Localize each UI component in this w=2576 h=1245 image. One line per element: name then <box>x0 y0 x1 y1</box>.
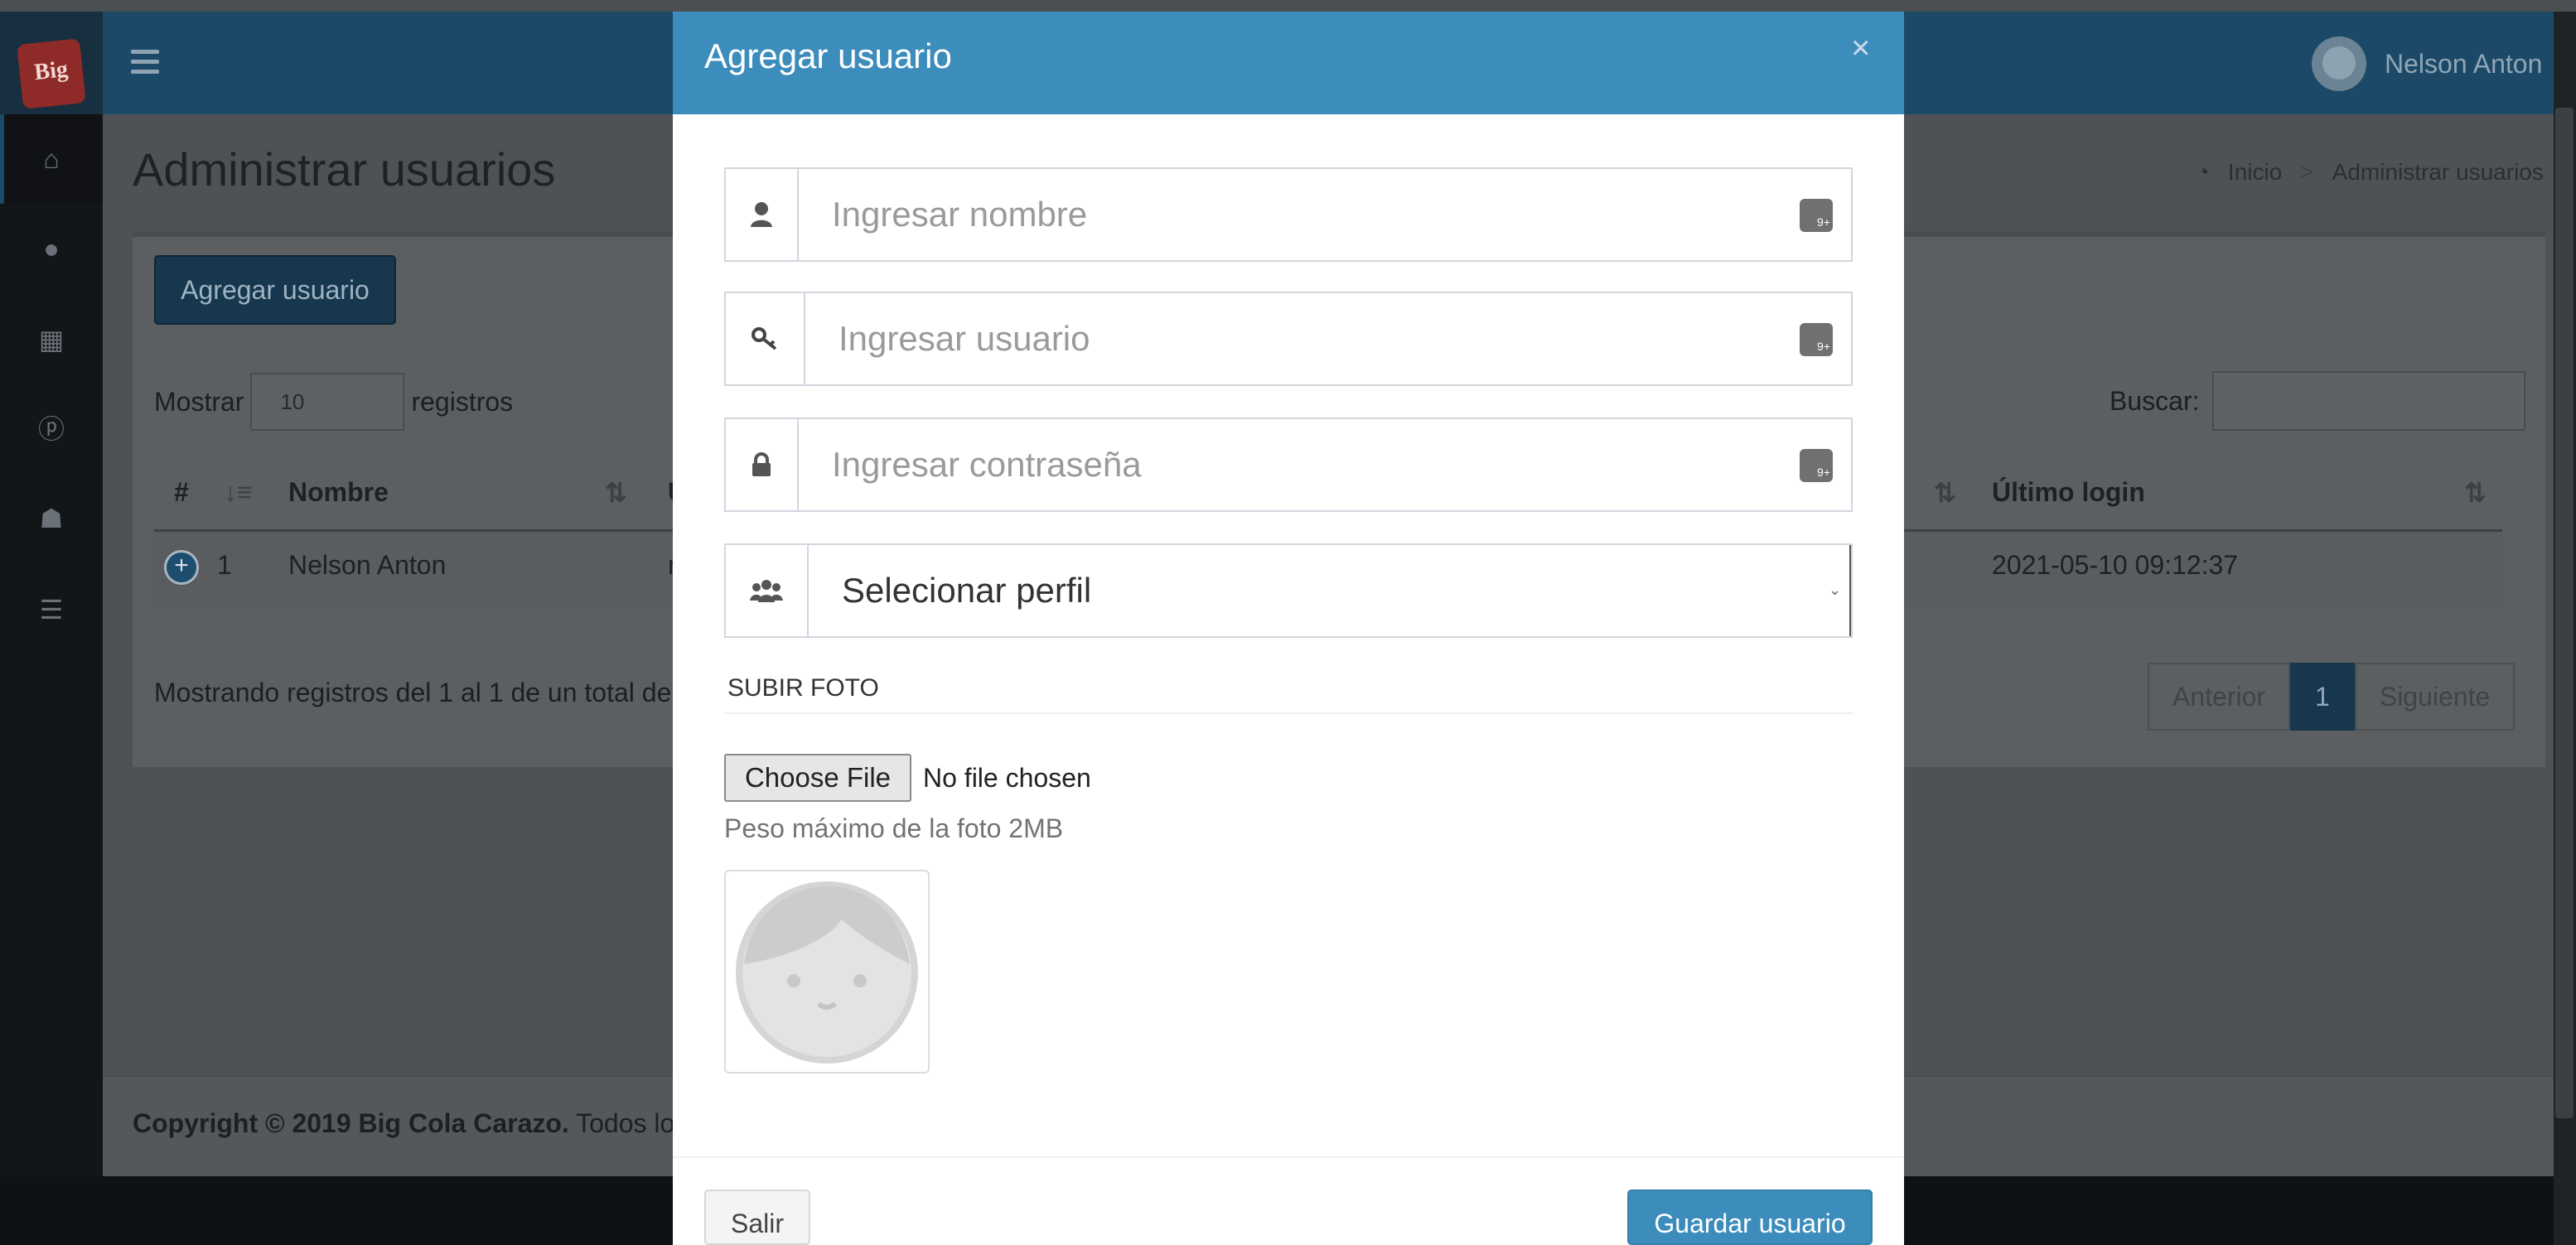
home-icon[interactable]: ⌂ <box>35 142 68 176</box>
breadcrumb-home[interactable]: Inicio <box>2228 159 2282 186</box>
breadcrumb-separator: > <box>2300 159 2314 185</box>
keyboard-icon[interactable]: 9+ <box>1800 323 1833 356</box>
modal-title: Agregar usuario <box>704 36 952 75</box>
key-icon <box>726 293 805 384</box>
name-input-group: Ingresar nombre 9+ <box>724 167 1853 262</box>
user-icon[interactable]: ● <box>35 232 68 265</box>
cell-index: 1 <box>217 550 232 580</box>
list-icon[interactable]: ☰ <box>35 593 68 626</box>
add-user-button[interactable]: Agregar usuario <box>154 255 396 325</box>
footer-text: Copyright © 2019 Big Cola Carazo. Todos … <box>133 1108 688 1139</box>
profile-selected: Selecionar perfil <box>842 571 1092 610</box>
copyright: Copyright © 2019 Big Cola Carazo. <box>133 1108 569 1138</box>
modal-header: Agregar usuario × <box>673 12 1904 114</box>
add-user-modal: Agregar usuario × Ingresar nombre 9+ Ing… <box>673 12 1904 1245</box>
username-placeholder: Ingresar usuario <box>839 319 1090 358</box>
profile-select-group: Selecionar perfil ⌄ <box>724 543 1853 638</box>
page-title: Administrar usuarios <box>133 143 556 195</box>
scrollbar-thumb[interactable] <box>2555 108 2574 1118</box>
cell-last-login: 2021-05-10 09:12:37 <box>1992 550 2239 580</box>
page-length-control: Mostrar 10 registros <box>154 373 513 431</box>
expand-row-icon[interactable]: + <box>164 550 199 585</box>
default-avatar-icon <box>736 881 918 1064</box>
cell-name: Nelson Anton <box>288 550 447 580</box>
users-icon <box>726 545 809 636</box>
password-placeholder: Ingresar contraseña <box>832 445 1142 484</box>
sort-icon[interactable]: ⇅ <box>2464 477 2487 509</box>
col-name[interactable]: Nombre <box>288 477 389 508</box>
sort-icon[interactable]: ⇅ <box>1934 477 1956 509</box>
exit-button[interactable]: Salir <box>704 1190 810 1245</box>
breadcrumb-current: Administrar usuarios <box>2332 159 2544 185</box>
show-label: Mostrar <box>154 386 244 417</box>
user-menu[interactable]: Nelson Anton <box>2312 35 2542 93</box>
sidebar <box>0 114 103 1176</box>
file-input: Choose File No file chosen <box>724 754 1091 802</box>
choose-file-button[interactable]: Choose File <box>724 754 911 802</box>
pagination: Anterior 1 Siguiente <box>2148 663 2516 731</box>
search-input[interactable] <box>2212 371 2526 431</box>
password-input[interactable]: Ingresar contraseña 9+ <box>799 419 1851 510</box>
prev-page-button[interactable]: Anterior <box>2148 663 2291 731</box>
max-size-help: Peso máximo de la foto 2MB <box>724 813 1064 843</box>
page-1-button[interactable]: 1 <box>2290 663 2355 731</box>
avatar <box>2312 36 2366 91</box>
product-icon[interactable]: ⓟ <box>35 413 68 446</box>
col-last-login[interactable]: Último login <box>1992 477 2145 508</box>
upload-photo-title: SUBIR FOTO <box>727 674 879 702</box>
dashboard-icon: ◔ <box>2196 159 2210 185</box>
table-info: Mostrando registros del 1 al 1 de un tot… <box>154 678 672 707</box>
breadcrumb: ◔ Inicio > Administrar usuarios <box>2196 159 2544 186</box>
close-icon[interactable]: × <box>1851 30 1870 67</box>
footer-rest: Todos los <box>576 1108 689 1138</box>
file-status: No file chosen <box>923 762 1091 793</box>
sort-asc-icon[interactable]: ↓≡ <box>224 477 253 508</box>
divider <box>724 712 1853 714</box>
photo-preview <box>724 870 930 1074</box>
col-index[interactable]: # <box>174 477 189 508</box>
lock-icon <box>726 419 799 510</box>
user-name: Nelson Anton <box>2385 48 2543 79</box>
save-user-button[interactable]: Guardar usuario <box>1627 1190 1873 1245</box>
grid-icon[interactable]: ▦ <box>35 323 68 356</box>
records-label: registros <box>411 386 514 417</box>
username-input-group: Ingresar usuario 9+ <box>724 292 1853 386</box>
sort-icon[interactable]: ⇅ <box>605 477 627 509</box>
username-input[interactable]: Ingresar usuario 9+ <box>805 293 1851 384</box>
chevron-down-icon: ⌄ <box>1828 581 1841 598</box>
keyboard-icon[interactable]: 9+ <box>1800 449 1833 482</box>
modal-footer-divider <box>673 1156 1904 1158</box>
next-page-button[interactable]: Siguiente <box>2354 663 2516 731</box>
password-input-group: Ingresar contraseña 9+ <box>724 417 1853 512</box>
logo[interactable]: Big <box>0 12 103 114</box>
browser-top-strip <box>0 0 2576 12</box>
menu-toggle-icon[interactable] <box>131 50 159 74</box>
table-search: Buscar: <box>2110 371 2526 431</box>
keyboard-icon[interactable]: 9+ <box>1800 199 1833 232</box>
name-placeholder: Ingresar nombre <box>832 195 1088 234</box>
profile-select[interactable]: Selecionar perfil ⌄ <box>809 545 1851 636</box>
page-length-select[interactable]: 10 <box>250 373 405 431</box>
logo-badge: Big <box>17 38 86 109</box>
users-icon[interactable]: ☗ <box>35 502 68 535</box>
search-label: Buscar: <box>2110 385 2200 416</box>
user-icon <box>726 169 799 260</box>
name-input[interactable]: Ingresar nombre 9+ <box>799 169 1851 260</box>
